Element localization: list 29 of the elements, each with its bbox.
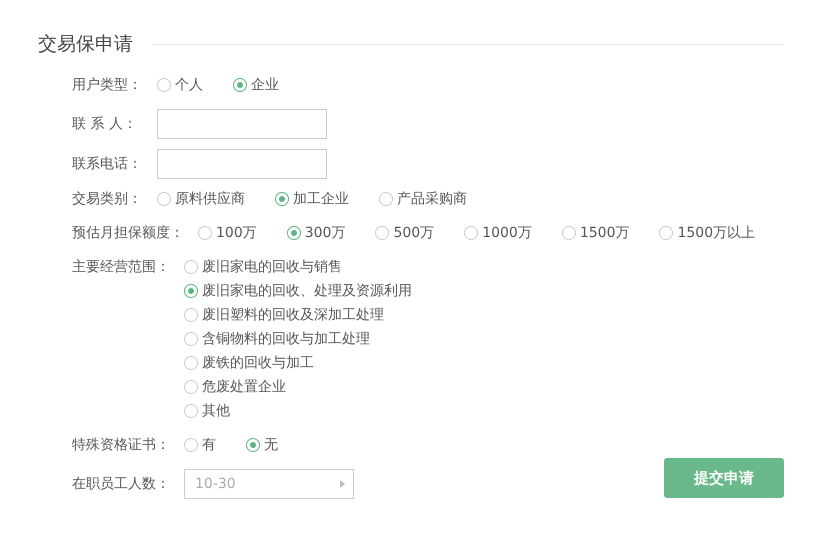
field-label: 主要经营范围： xyxy=(72,258,170,277)
radio-option[interactable]: 个人 xyxy=(157,75,203,95)
field-label: 联系电话： xyxy=(72,155,143,174)
radio-option[interactable]: 1500万以上 xyxy=(659,223,756,243)
radio-option[interactable]: 500万 xyxy=(375,223,434,243)
field-label: 在职员工人数： xyxy=(72,475,170,494)
field-label: 预估月担保额度： xyxy=(72,224,184,243)
section-title: 交易保申请 xyxy=(38,32,133,57)
radio-option[interactable]: 加工企业 xyxy=(275,189,349,209)
radio-option[interactable]: 1000万 xyxy=(464,223,532,243)
radio-option[interactable]: 1500万 xyxy=(562,223,630,243)
radio-option[interactable]: 有 xyxy=(184,435,216,455)
radio-option[interactable]: 企业 xyxy=(233,75,279,95)
radio-option[interactable]: 无 xyxy=(246,435,278,455)
radio-option[interactable]: 废旧家电的回收与销售 xyxy=(184,257,412,277)
radio-option[interactable]: 其他 xyxy=(184,401,412,421)
field-label: 用户类型： xyxy=(72,76,143,95)
radio-option[interactable]: 原料供应商 xyxy=(157,189,245,209)
radio-option[interactable]: 废铁的回收与加工 xyxy=(184,353,412,373)
field-label: 联 系 人： xyxy=(72,115,138,134)
radio-option[interactable]: 100万 xyxy=(198,223,257,243)
radio-option[interactable]: 300万 xyxy=(286,223,346,243)
radio-option[interactable]: 含铜物料的回收与加工处理 xyxy=(184,329,412,349)
radio-option[interactable]: 产品采购商 xyxy=(379,189,467,209)
field-label: 特殊资格证书： xyxy=(72,436,170,455)
field-label: 交易类别： xyxy=(72,190,143,209)
radio-option[interactable]: 废旧家电的回收、处理及资源利用 xyxy=(184,281,412,301)
radio-option[interactable]: 危废处置企业 xyxy=(184,377,412,397)
radio-option[interactable]: 废旧塑料的回收及深加工处理 xyxy=(184,305,412,325)
